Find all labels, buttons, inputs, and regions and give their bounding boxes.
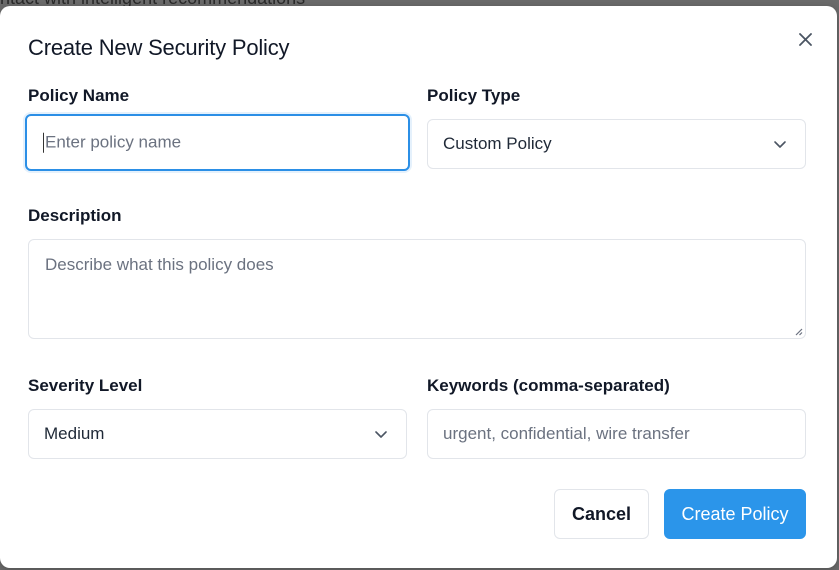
keywords-input[interactable]: urgent, confidential, wire transfer <box>427 409 806 459</box>
cancel-button[interactable]: Cancel <box>554 489 649 539</box>
description-placeholder: Describe what this policy does <box>45 255 274 274</box>
description-label: Description <box>28 206 122 225</box>
policy-name-label: Policy Name <box>28 86 130 105</box>
close-button[interactable] <box>792 26 818 52</box>
keywords-placeholder: urgent, confidential, wire transfer <box>443 424 690 443</box>
text-caret <box>43 132 44 153</box>
policy-type-select[interactable]: Custom Policy <box>427 119 806 169</box>
policy-type-value: Custom Policy <box>443 134 552 153</box>
close-icon <box>798 32 812 46</box>
policy-name-placeholder: Enter policy name <box>45 132 182 152</box>
severity-level-select[interactable]: Medium <box>28 409 407 459</box>
description-textarea[interactable]: Describe what this policy does <box>28 239 806 339</box>
policy-name-input[interactable]: Enter policy name <box>25 114 410 171</box>
dialog-title: Create New Security Policy <box>28 35 290 60</box>
policy-type-label: Policy Type <box>427 86 521 105</box>
chevron-down-icon <box>774 141 786 148</box>
keywords-label: Keywords (comma-separated) <box>427 376 670 395</box>
severity-level-value: Medium <box>44 424 105 443</box>
resize-handle-icon[interactable] <box>793 326 803 336</box>
chevron-down-icon <box>375 431 387 438</box>
create-policy-dialog: Create New Security Policy Policy Name E… <box>0 6 837 568</box>
create-policy-button[interactable]: Create Policy <box>664 489 806 539</box>
severity-level-label: Severity Level <box>28 376 143 395</box>
